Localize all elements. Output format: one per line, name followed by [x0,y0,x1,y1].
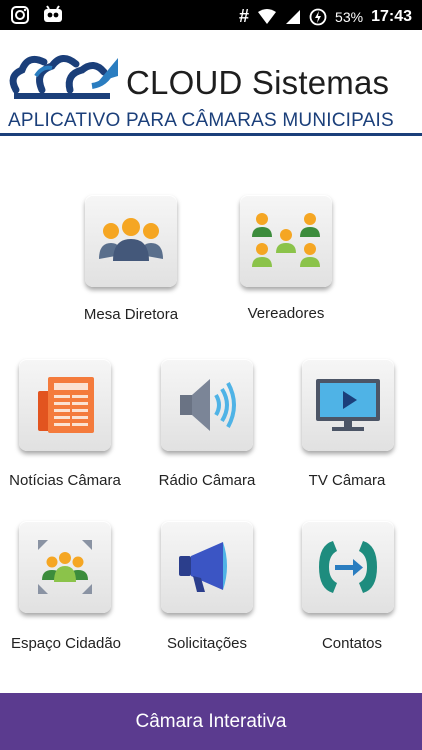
tv-icon [316,379,380,431]
cloud-logo-icon [9,55,118,99]
camara-interativa-button[interactable]: Câmara Interativa [0,693,422,750]
newspaper-icon [38,377,94,433]
battery-saver-icon [309,8,327,25]
contatos-label: Contatos [321,635,383,652]
instagram-icon [11,6,29,24]
councilors-icon [252,213,320,267]
solicitacoes-button[interactable] [161,521,253,613]
group-meeting-icon [99,218,163,261]
hash-icon: # [239,6,250,26]
clock: 17:43 [371,7,412,25]
noticias-camara-label: Notícias Câmara [9,472,121,489]
espaco-cidadao-button[interactable] [19,521,111,613]
speaker-icon [180,379,236,431]
solicitacoes-label: Solicitações [166,635,248,652]
status-bar: # 53% 17:43 [0,0,422,30]
noticias-camara-button[interactable] [19,359,111,451]
tv-camara-label: TV Câmara [308,472,386,489]
citizen-space-icon [38,540,92,594]
brand-name: CLOUD Sistemas [126,64,390,101]
app-subtitle: APLICATIVO PARA CÂMARAS MUNICIPAIS [8,110,394,131]
wifi-icon [258,8,277,24]
camara-interativa-label: Câmara Interativa [135,710,287,732]
battery-percentage: 53% [335,8,364,25]
vereadores-button[interactable] [240,195,332,287]
phone-contacts-icon [319,541,377,593]
radio-camara-button[interactable] [161,359,253,451]
tv-camara-button[interactable] [302,359,394,451]
android-notification-icon [44,5,62,22]
mesa-diretora-label: Mesa Diretora [83,306,179,323]
signal-icon [286,9,301,24]
megaphone-icon [179,542,227,592]
radio-camara-label: Rádio Câmara [158,472,256,489]
vereadores-label: Vereadores [247,305,325,322]
mesa-diretora-button[interactable] [85,195,177,287]
contatos-button[interactable] [302,521,394,613]
espaco-cidadao-label: Espaço Cidadão [10,635,122,652]
app-header: CLOUD Sistemas APLICATIVO PARA CÂMARAS M… [0,30,422,136]
